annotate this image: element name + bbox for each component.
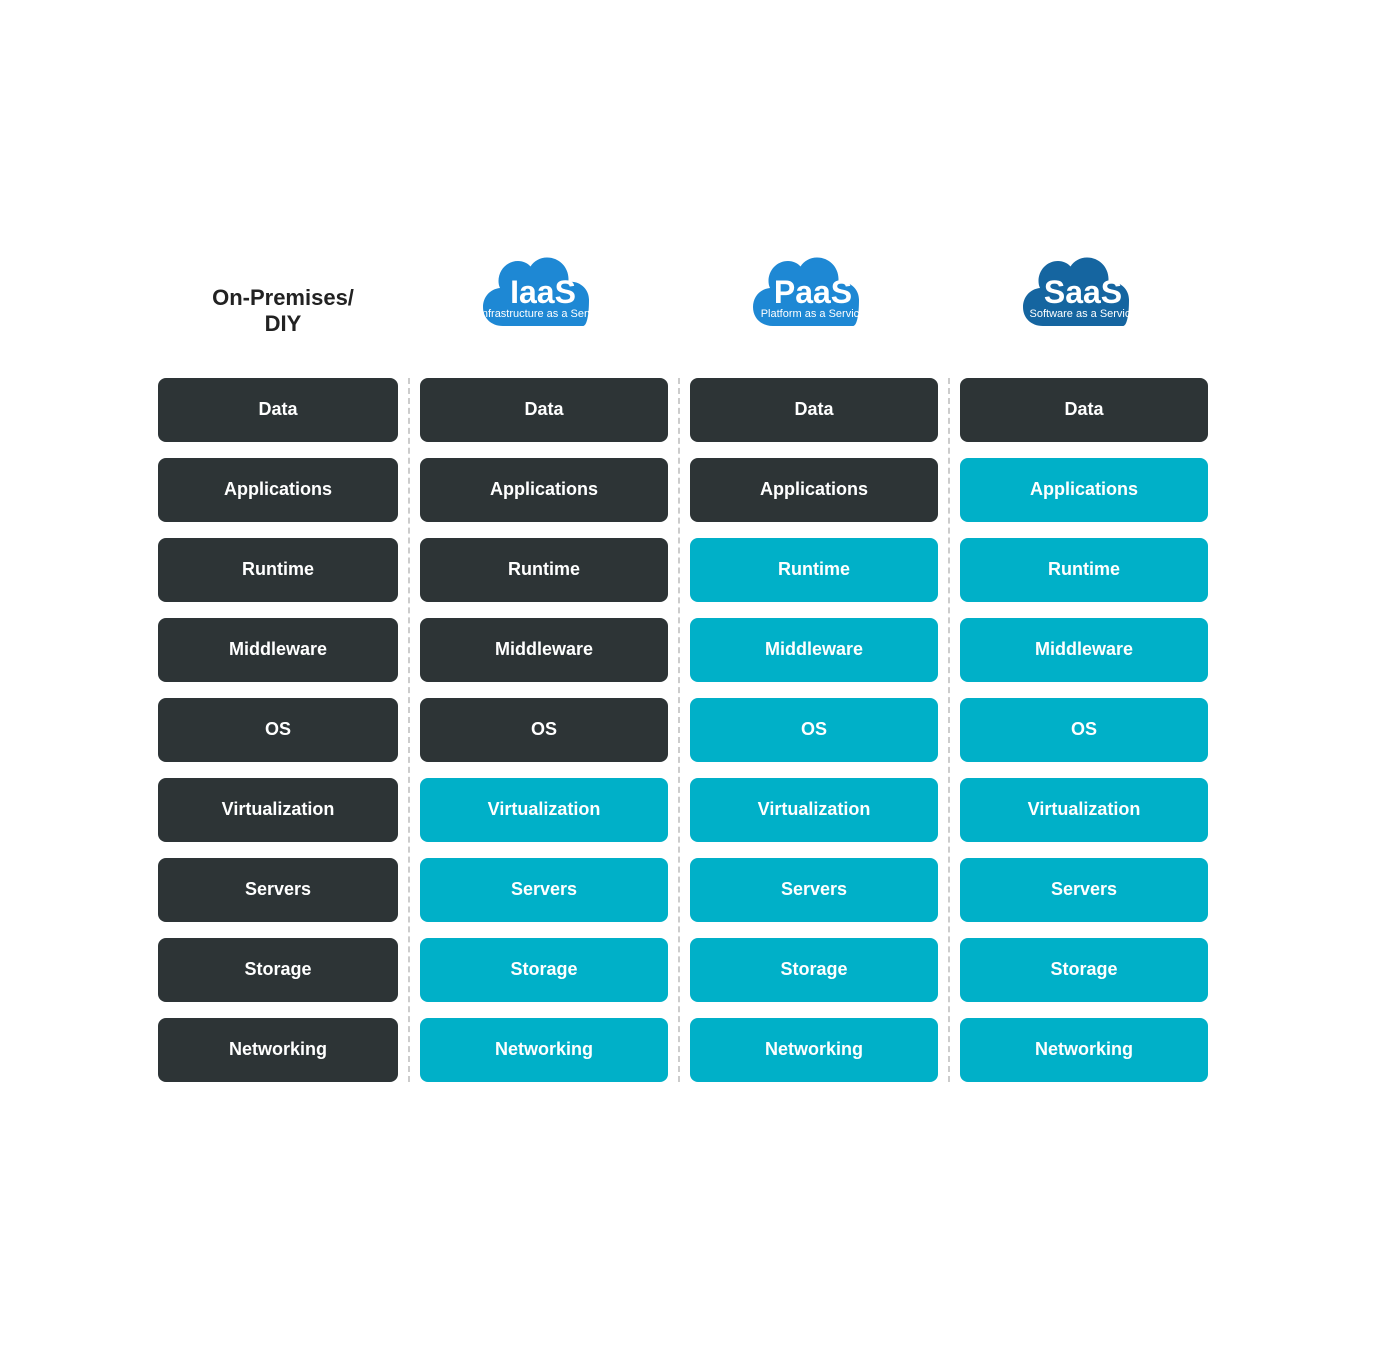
- col-saas: Data Applications Runtime Middleware OS Virtu…: [948, 378, 1218, 1082]
- cell-onprem-storage: Storage: [158, 938, 398, 1002]
- diagram: On-Premises/ DIY IaaS Infrastructure as …: [138, 214, 1238, 1142]
- iaas-cloud: IaaS Infrastructure as a Service: [473, 254, 613, 344]
- onprem-label: On-Premises/ DIY: [212, 285, 354, 338]
- cell-paas-data: Data: [690, 378, 938, 442]
- cell-paas-applications: Applications: [690, 458, 938, 522]
- cell-saas-servers: Servers: [960, 858, 1208, 922]
- col-header-iaas: IaaS Infrastructure as a Service: [408, 254, 678, 348]
- cell-onprem-runtime: Runtime: [158, 538, 398, 602]
- cell-onprem-networking: Networking: [158, 1018, 398, 1082]
- cell-onprem-applications: Applications: [158, 458, 398, 522]
- col-onprem: Data Applications Runtime Middleware OS Virtu…: [158, 378, 408, 1082]
- cell-saas-data: Data: [960, 378, 1208, 442]
- paas-title: PaaS: [761, 276, 866, 308]
- cell-onprem-os: OS: [158, 698, 398, 762]
- col-header-paas: PaaS Platform as a Service: [678, 254, 948, 348]
- paas-subtitle: Platform as a Service: [761, 308, 866, 321]
- cell-iaas-networking: Networking: [420, 1018, 668, 1082]
- saas-title: SaaS: [1030, 276, 1137, 308]
- cell-onprem-data: Data: [158, 378, 398, 442]
- cell-paas-servers: Servers: [690, 858, 938, 922]
- cell-paas-middleware: Middleware: [690, 618, 938, 682]
- cell-paas-runtime: Runtime: [690, 538, 938, 602]
- cell-iaas-os: OS: [420, 698, 668, 762]
- paas-cloud: PaaS Platform as a Service: [743, 254, 883, 344]
- iaas-title: IaaS: [479, 276, 607, 308]
- col-paas: Data Applications Runtime Middleware OS Virtu…: [678, 378, 948, 1082]
- col-header-onprem: On-Premises/ DIY: [158, 285, 408, 348]
- cell-onprem-servers: Servers: [158, 858, 398, 922]
- cell-iaas-virtualization: Virtualization: [420, 778, 668, 842]
- cell-iaas-applications: Applications: [420, 458, 668, 522]
- cell-saas-networking: Networking: [960, 1018, 1208, 1082]
- cell-saas-virtualization: Virtualization: [960, 778, 1208, 842]
- col-iaas: Data Applications Runtime Middleware OS Virtu…: [408, 378, 678, 1082]
- saas-subtitle: Software as a Service: [1030, 308, 1137, 321]
- cell-iaas-data: Data: [420, 378, 668, 442]
- grid: Data Applications Runtime Middleware OS Virtu…: [158, 378, 1218, 1082]
- saas-cloud: SaaS Software as a Service: [1013, 254, 1153, 344]
- cell-onprem-middleware: Middleware: [158, 618, 398, 682]
- cell-onprem-virtualization: Virtualization: [158, 778, 398, 842]
- cell-paas-virtualization: Virtualization: [690, 778, 938, 842]
- cell-iaas-servers: Servers: [420, 858, 668, 922]
- cell-iaas-runtime: Runtime: [420, 538, 668, 602]
- col-header-saas: SaaS Software as a Service: [948, 254, 1218, 348]
- cell-saas-middleware: Middleware: [960, 618, 1208, 682]
- cell-saas-os: OS: [960, 698, 1208, 762]
- cell-iaas-storage: Storage: [420, 938, 668, 1002]
- cell-saas-runtime: Runtime: [960, 538, 1208, 602]
- cell-saas-applications: Applications: [960, 458, 1208, 522]
- header-row: On-Premises/ DIY IaaS Infrastructure as …: [158, 254, 1218, 348]
- cell-saas-storage: Storage: [960, 938, 1208, 1002]
- cell-paas-storage: Storage: [690, 938, 938, 1002]
- cell-iaas-middleware: Middleware: [420, 618, 668, 682]
- cell-paas-os: OS: [690, 698, 938, 762]
- cell-paas-networking: Networking: [690, 1018, 938, 1082]
- iaas-subtitle: Infrastructure as a Service: [479, 308, 607, 321]
